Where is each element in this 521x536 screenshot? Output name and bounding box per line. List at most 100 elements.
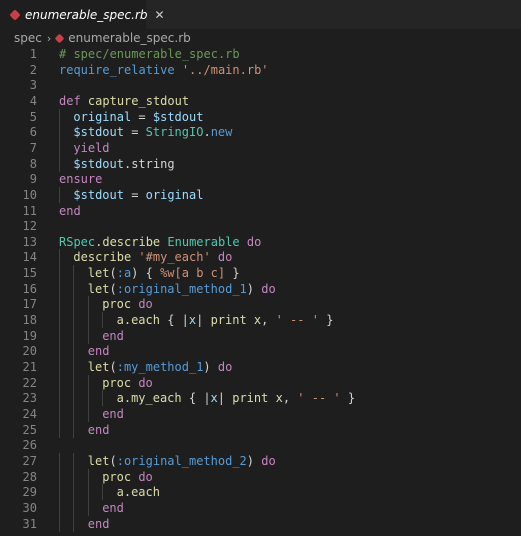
code-line: 22 proc do xyxy=(0,374,521,391)
code-line: 6 $stdout = StringIO.new xyxy=(0,124,521,141)
indent-guide xyxy=(73,343,75,360)
line-number: 28 xyxy=(22,469,37,484)
line-number: 25 xyxy=(22,422,37,437)
code-token: end xyxy=(102,500,124,515)
code-line: 30 end xyxy=(0,499,521,516)
indent-guide xyxy=(59,343,60,360)
indent-guide xyxy=(59,390,60,407)
code-token: ' -- ' xyxy=(275,313,319,328)
indent-guide xyxy=(59,499,60,516)
code-line: 31 end xyxy=(0,515,521,532)
code-line: 9 ensure xyxy=(0,171,521,187)
line-number: 13 xyxy=(22,234,37,249)
indent-guide xyxy=(59,186,60,203)
code-line: 15 let(:a) { %w[a b c] } xyxy=(0,265,521,282)
chevron-right-icon: › xyxy=(46,31,52,45)
code-token: { | xyxy=(159,313,189,328)
indent-guide xyxy=(87,468,89,485)
code-token: end xyxy=(102,406,124,421)
code-token: do xyxy=(138,297,153,312)
code-token: proc xyxy=(102,469,132,484)
close-icon[interactable]: ✕ xyxy=(155,9,165,21)
code-token: each xyxy=(131,485,160,500)
indent-guide xyxy=(102,312,104,329)
code-text: $stdout = StringIO.new xyxy=(73,124,232,140)
code-token: = xyxy=(131,109,153,124)
indent-guide xyxy=(102,484,104,501)
code-line: 29 a.each xyxy=(0,484,521,501)
code-text: require_relative '../main.rb' xyxy=(59,62,269,78)
code-text: $stdout = original xyxy=(73,187,203,203)
breadcrumb-file[interactable]: enumerable_spec.rb xyxy=(68,31,191,45)
code-text: def capture_stdout xyxy=(59,93,189,109)
code-token: { | xyxy=(181,391,211,406)
code-token: a xyxy=(116,485,124,500)
code-token: x xyxy=(275,391,283,406)
code-token: do xyxy=(217,250,233,265)
code-text: proc do xyxy=(102,296,153,312)
indent-guide xyxy=(59,484,60,501)
indent-guide xyxy=(59,312,60,329)
code-token: . xyxy=(203,125,211,140)
indent-guide xyxy=(87,484,89,501)
tab-label: enumerable_spec.rb xyxy=(25,7,148,22)
code-text: let(:my_method_1) do xyxy=(88,359,233,375)
indent-guide xyxy=(102,390,104,407)
code-token: def xyxy=(59,93,81,108)
code-line: 17 proc do xyxy=(0,296,521,313)
indent-guide xyxy=(73,421,75,438)
indent-guide xyxy=(59,108,60,125)
code-text: $stdout.string xyxy=(73,156,174,172)
code-line: 16 let(:original_method_1) do xyxy=(0,280,521,297)
code-token: do xyxy=(261,453,276,468)
code-token: . xyxy=(123,391,132,406)
code-token: ensure xyxy=(59,172,103,187)
code-text: end xyxy=(59,203,81,219)
tab-enumerable-spec[interactable]: enumerable_spec.rb ✕ xyxy=(0,0,165,29)
code-token: , xyxy=(282,391,298,406)
indent-guide xyxy=(87,405,89,422)
line-number: 31 xyxy=(22,516,37,531)
code-text: let(:original_method_2) do xyxy=(88,453,276,469)
code-token: } xyxy=(340,391,356,406)
code-token: end xyxy=(59,203,81,218)
code-text: end xyxy=(102,406,124,422)
code-editor[interactable]: 1 # spec/enumerable_spec.rb 2 require_relat… xyxy=(0,46,521,536)
code-line: 23 a.my_each { |x| print x, ' -- ' } xyxy=(0,390,521,407)
indent-guide xyxy=(59,452,60,469)
code-text: yield xyxy=(73,140,109,156)
code-token: = xyxy=(123,187,146,202)
code-text: a.each { |x| print x, ' -- ' } xyxy=(117,312,334,328)
code-text: end xyxy=(88,422,110,438)
code-text: end xyxy=(102,500,124,516)
code-text: original = $stdout xyxy=(73,109,203,125)
line-number: 10 xyxy=(22,187,37,202)
code-token: let xyxy=(87,360,110,374)
code-token: end xyxy=(102,328,124,343)
code-token: '#my_each' xyxy=(138,250,211,265)
code-line: 11 end xyxy=(0,203,521,219)
code-line: 12 xyxy=(0,218,521,234)
code-text: a.my_each { |x| print x, ' -- ' } xyxy=(117,390,356,406)
code-token: end xyxy=(87,422,110,437)
code-token: my_each xyxy=(131,391,182,406)
code-line: 19 end xyxy=(0,327,521,344)
indent-guide xyxy=(59,139,60,156)
code-token: new xyxy=(210,125,233,140)
indent-guide xyxy=(59,124,60,141)
breadcrumb-folder[interactable]: spec xyxy=(14,31,42,45)
code-text: ensure xyxy=(59,171,102,187)
code-line: 3 xyxy=(0,77,521,93)
breadcrumb: spec › enumerable_spec.rb xyxy=(0,29,521,47)
indent-guide xyxy=(73,280,75,297)
code-token: | xyxy=(196,313,211,328)
code-text: let(:original_method_1) do xyxy=(88,281,276,297)
indent-guide xyxy=(59,515,60,532)
line-number: 21 xyxy=(22,360,37,374)
code-token: print xyxy=(232,391,269,406)
indent-guide xyxy=(73,296,75,313)
code-token: do xyxy=(138,375,153,390)
